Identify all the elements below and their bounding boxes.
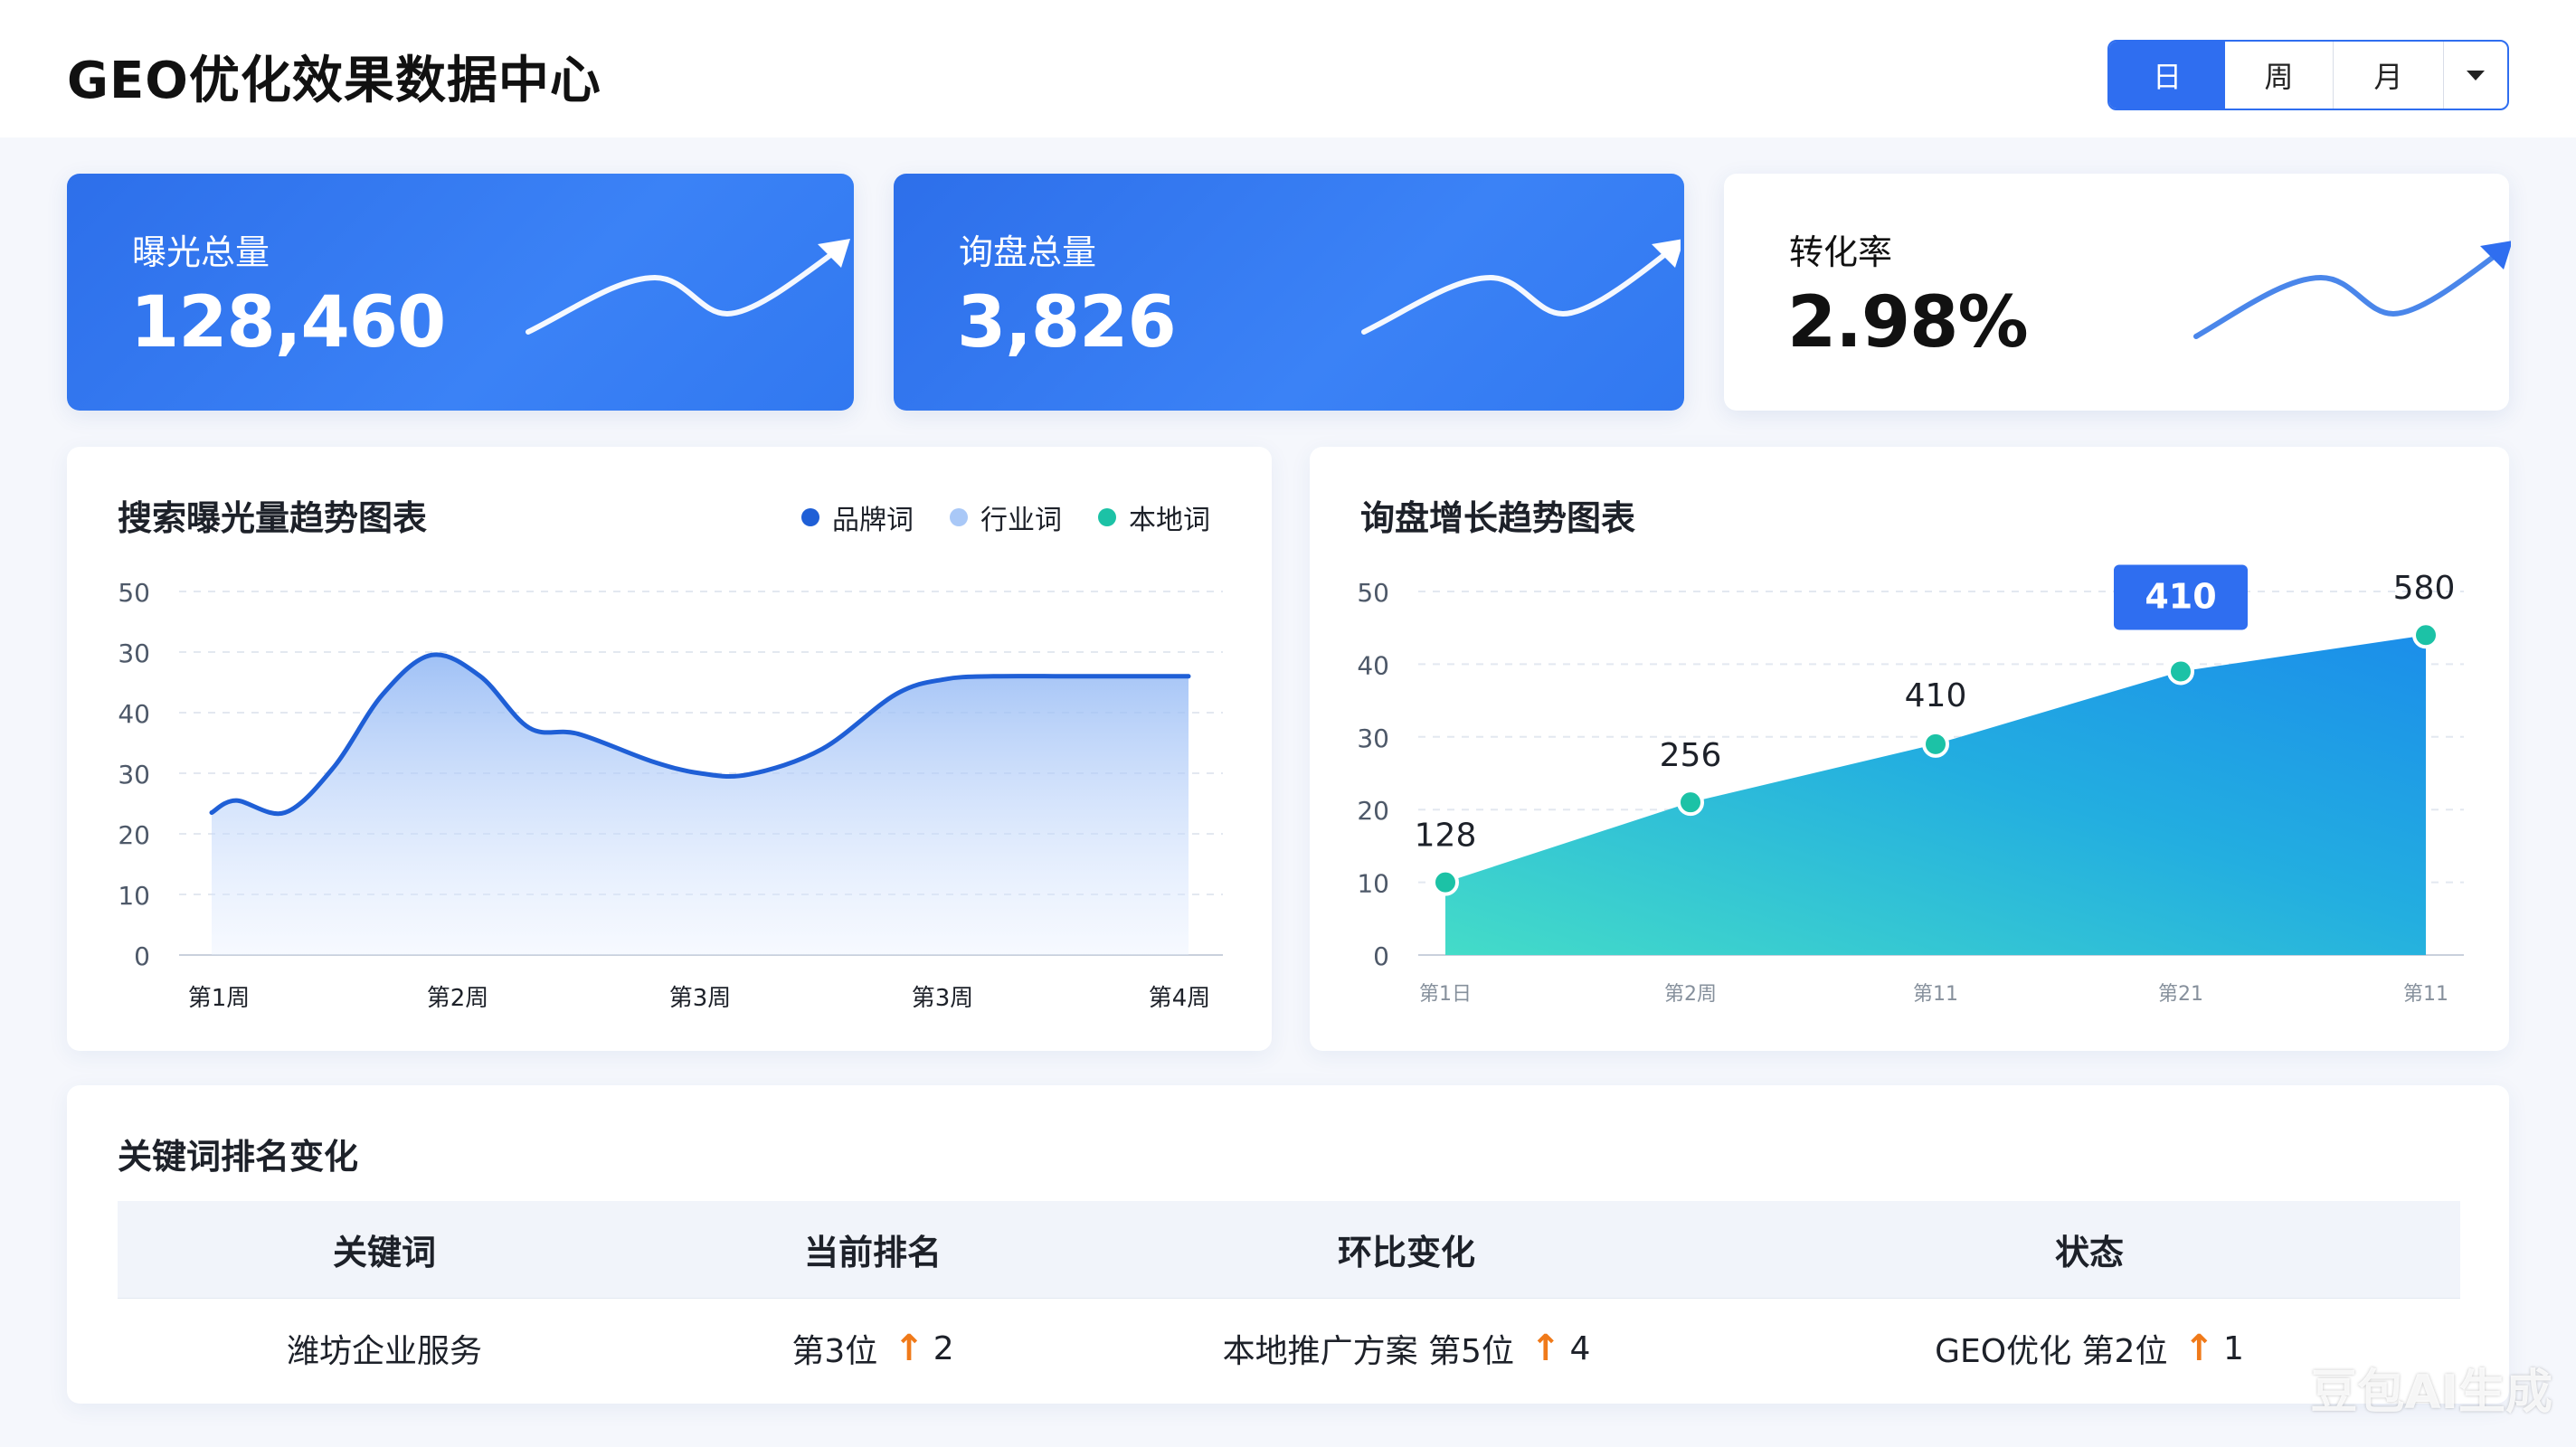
data-point (1432, 868, 1459, 896)
status-text: GEO优化 第2位 (1935, 1333, 2168, 1370)
data-label: 256 (1660, 737, 1722, 774)
kpi-label: 询盘总量 (959, 232, 1097, 272)
column-header-rank[interactable]: 当前排名 (651, 1225, 1094, 1274)
table-row[interactable]: 潍坊企业服务 第3位 ↑ 2 本地推广方案 第5位 ↑ 4 GEO优化 第2位 … (118, 1299, 2460, 1398)
data-label: 580 (2393, 570, 2456, 607)
y-tick-label: 50 (118, 578, 150, 608)
x-tick-label: 第11 (1913, 983, 1958, 1006)
time-range-switch: 日 周 月 (2107, 40, 2509, 110)
compare-cell: 本地推广方案 第5位 ↑ 4 (1094, 1325, 1719, 1372)
range-week-button[interactable]: 周 (2225, 42, 2334, 109)
exposure-trend-panel: 搜索曝光量趋势图表 0 10 20 30 40 30 50 第1周 第2周 第3周 第3周 第4周 (67, 447, 1272, 1051)
keyword-ranking-panel: 关键词排名变化 关键词 当前排名 环比变化 状态 潍坊企业服务 第3位 ↑ 2 … (67, 1085, 2509, 1404)
legend-item-brand[interactable]: 品牌词 (801, 497, 914, 537)
data-point (2412, 621, 2439, 649)
rank-cell: 第3位 ↑ 2 (651, 1325, 1094, 1372)
arrow-up-icon: ↑ (894, 1328, 924, 1369)
page-title: GEO优化效果数据中心 (67, 52, 601, 110)
x-tick-label: 第2周 (427, 985, 489, 1012)
y-tick-label: 40 (1357, 650, 1389, 680)
y-tick-label: 20 (1357, 796, 1389, 826)
x-tick-label: 第1周 (188, 985, 251, 1012)
kpi-label: 曝光总量 (132, 232, 270, 272)
range-month-button[interactable]: 月 (2334, 42, 2444, 109)
legend-item-local[interactable]: 本地词 (1098, 497, 1210, 537)
kpi-value: 128,460 (130, 282, 446, 364)
status-change-value: 1 (2222, 1329, 2244, 1367)
series-area (212, 654, 1189, 955)
legend-dot (1098, 508, 1116, 526)
x-tick-label: 第3周 (912, 985, 974, 1012)
x-tick-label: 第2周 (1664, 983, 1717, 1006)
keyword-cell: 潍坊企业服务 (118, 1325, 651, 1372)
kpi-value: 2.98% (1787, 282, 2029, 364)
trend-up-arrow-icon (2193, 241, 2511, 339)
data-point (2167, 657, 2194, 686)
y-tick-label: 10 (1357, 869, 1389, 899)
legend-label: 本地词 (1129, 505, 1210, 536)
y-tick-label: 50 (1357, 578, 1389, 608)
legend-dot (801, 508, 819, 526)
keyword-text: 潍坊企业服务 (286, 1333, 482, 1370)
dashboard-page: GEO优化效果数据中心 日 周 月 曝光总量 128,460 询盘总量 3,82… (0, 0, 2576, 1447)
inquiry-trend-panel: 询盘增长趋势图表 0 10 20 30 40 50 第1日 第2周 第11 第21 第11 128 25… (1310, 447, 2509, 1051)
exposure-trend-chart: 0 10 20 30 40 30 50 第1周 第2周 第3周 第3周 第4周 (118, 578, 1223, 1012)
x-tick-label: 第3周 (669, 985, 732, 1012)
y-tick-label: 30 (118, 638, 150, 668)
x-tick-label: 第21 (2158, 983, 2203, 1006)
y-tick-label: 0 (1373, 941, 1389, 971)
arrow-up-icon: ↑ (2183, 1328, 2214, 1369)
column-header-change[interactable]: 环比变化 (1094, 1225, 1719, 1274)
data-point (1677, 789, 1704, 817)
kpi-value: 3,826 (957, 282, 1177, 364)
x-tick-label: 第4周 (1149, 985, 1211, 1012)
arrow-up-icon: ↑ (1530, 1328, 1561, 1369)
chart-legend: 品牌词 行业词 本地词 (765, 497, 1210, 537)
rank-change-value: 2 (933, 1329, 954, 1367)
inquiry-trend-chart: 0 10 20 30 40 50 第1日 第2周 第11 第21 第11 128 256 410 410 58… (1357, 564, 2464, 1006)
y-tick-label: 10 (118, 881, 150, 911)
header-bar: GEO优化效果数据中心 日 周 月 (0, 0, 2576, 137)
compare-change-value: 4 (1569, 1329, 1591, 1367)
legend-label: 品牌词 (832, 505, 914, 536)
x-tick-label: 第1日 (1419, 983, 1472, 1006)
data-label: 410 (1905, 677, 1967, 714)
trend-up-arrow-icon (526, 239, 850, 335)
y-tick-label: 30 (118, 760, 150, 790)
rank-text: 第3位 (791, 1333, 878, 1370)
y-tick-label: 30 (1357, 724, 1389, 753)
table-title: 关键词排名变化 (118, 1137, 359, 1177)
compare-text: 本地推广方案 第5位 (1222, 1333, 1514, 1370)
chevron-down-icon (2467, 70, 2485, 80)
data-label: 128 (1415, 818, 1477, 855)
kpi-card-conversion: 转化率 2.98% (1724, 174, 2511, 411)
column-header-keyword[interactable]: 关键词 (118, 1225, 651, 1274)
range-dropdown-button[interactable] (2444, 42, 2507, 109)
kpi-card-inquiry: 询盘总量 3,826 (894, 174, 1684, 411)
x-tick-label: 第11 (2403, 983, 2448, 1006)
watermark-logo: 豆包AI生成 (2310, 1366, 2552, 1420)
data-point (1922, 730, 1949, 758)
legend-label: 行业词 (980, 505, 1062, 536)
legend-dot (950, 508, 968, 526)
y-tick-label: 0 (134, 941, 150, 971)
trend-up-arrow-icon (1361, 239, 1681, 335)
range-day-button[interactable]: 日 (2109, 42, 2225, 109)
kpi-card-exposure: 曝光总量 128,460 (67, 174, 854, 411)
y-tick-label: 20 (118, 820, 150, 850)
kpi-label: 转化率 (1789, 232, 1893, 272)
table-header: 关键词 当前排名 环比变化 状态 (118, 1201, 2460, 1299)
column-header-status[interactable]: 状态 (1719, 1225, 2460, 1274)
y-tick-label: 40 (118, 699, 150, 729)
legend-item-industry[interactable]: 行业词 (950, 497, 1062, 537)
data-label: 410 (2145, 576, 2216, 616)
